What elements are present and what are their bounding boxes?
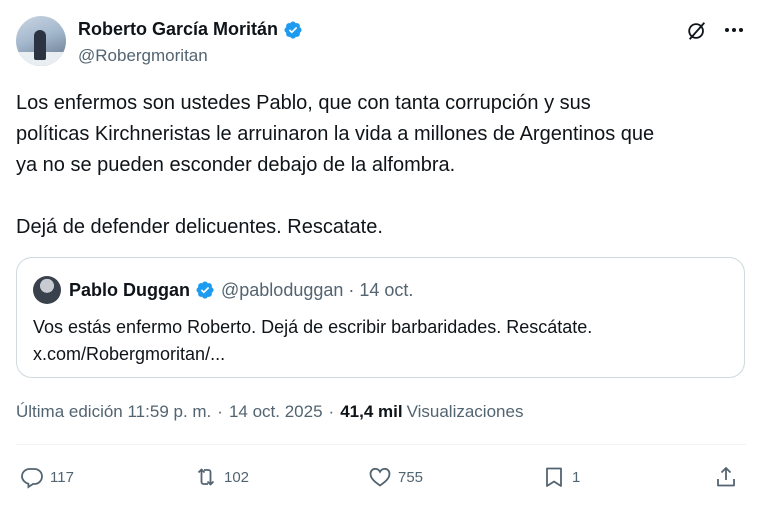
edited-timestamp[interactable]: Última edición 11:59 p. m. [16,402,211,422]
quote-date: · 14 oct. [348,279,414,300]
tweet-date[interactable]: 14 oct. 2025 [229,402,323,422]
reply-icon [21,468,43,489]
like-count: 755 [398,468,424,486]
quote-text-line: Vos estás enfermo Roberto. Dejá de escri… [33,317,593,337]
repost-button[interactable]: 102 [194,458,249,496]
avatar-figure [34,30,46,60]
action-bar: 117 102 755 1 [16,458,746,496]
bookmark-icon [546,467,562,487]
share-icon [717,467,735,487]
repost-icon [197,468,215,486]
tweet-header: Roberto García Moritán @Robergmoritan [16,14,746,70]
author-handle[interactable]: @Robergmoritan [78,46,208,66]
quote-author-name: Pablo Duggan [69,279,190,300]
quote-text: Vos estás enfermo Roberto. Dejá de escri… [33,314,733,368]
quote-author-handle: @pabloduggan [221,279,344,300]
meta-separator: · [217,402,223,421]
views-label: Visualizaciones [406,402,524,421]
repost-count: 102 [224,468,250,486]
quote-link[interactable]: x.com/Robergmoritan/... [33,341,733,368]
grok-icon[interactable] [686,20,708,42]
meta-separator: · [328,402,335,421]
verified-icon [284,20,302,39]
like-button[interactable]: 755 [368,458,423,496]
bookmark-count: 1 [572,468,581,486]
tweet-text: Los enfermos son ustedes Pablo, que con … [16,92,655,238]
reply-count: 117 [50,468,74,486]
verified-icon [196,281,214,299]
bookmark-button[interactable]: 1 [542,458,580,496]
quote-header: Pablo Duggan @pabloduggan · 14 oct. [33,276,413,304]
like-icon [369,467,391,487]
quoted-tweet[interactable]: Pablo Duggan @pabloduggan · 14 oct. Vos … [16,257,745,378]
author-name[interactable]: Roberto García Moritán [78,19,278,40]
quote-avatar [33,276,61,304]
more-icon[interactable] [722,18,746,42]
author-name-line: Roberto García Moritán [78,19,303,40]
divider [16,444,746,445]
reply-button[interactable]: 117 [20,458,74,496]
views-count[interactable]: 41,4 mil [340,402,402,422]
tweet-meta: Última edición 11:59 p. m. · 14 oct. 202… [16,402,523,422]
share-button[interactable] [714,458,744,496]
author-avatar[interactable] [16,16,66,66]
